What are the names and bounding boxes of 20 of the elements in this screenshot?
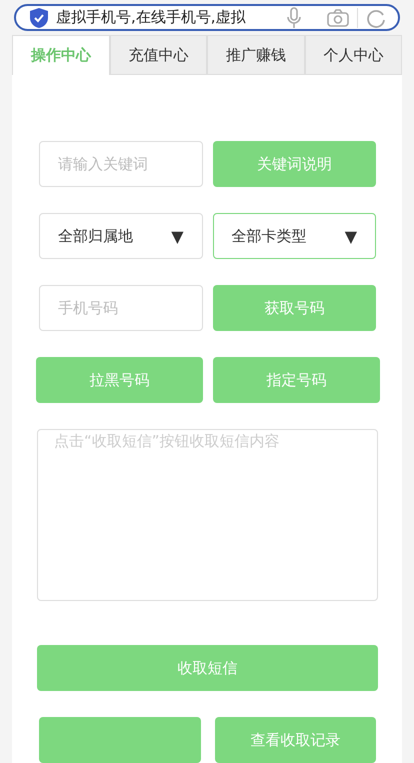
phone-field[interactable]: 手机号码 <box>39 285 202 331</box>
camera-icon[interactable] <box>327 8 349 26</box>
tab[interactable]: 推广赚钱 <box>207 35 304 75</box>
tab[interactable]: 个人中心 <box>304 35 402 75</box>
action-button[interactable]: 拉黑号码 <box>36 357 203 403</box>
keyword-field[interactable]: 请输入关键词 <box>39 141 202 187</box>
action-button[interactable]: 查看收取记录 <box>214 717 376 763</box>
microphone-icon[interactable] <box>287 6 301 28</box>
get-number-button[interactable]: 获取号码 <box>212 285 376 331</box>
keyword-help-button[interactable]: 关键词说明 <box>212 141 376 187</box>
shield-icon <box>30 8 48 28</box>
filter-dropdown[interactable]: 全部归属地 ▼ <box>39 213 202 259</box>
filter-dropdown[interactable]: 全部卡类型 ▼ <box>212 213 376 259</box>
search-text: 虚拟手机号,在线手机号,虚拟 <box>56 8 247 27</box>
tab[interactable]: 充值中心 <box>110 35 207 75</box>
action-button[interactable]: 指定号码 <box>213 357 380 403</box>
tab[interactable]: 操作中心 <box>12 35 110 75</box>
search-bar[interactable]: 虚拟手机号,在线手机号,虚拟 <box>14 4 400 31</box>
receive-sms-button[interactable]: 收取短信 <box>37 645 378 691</box>
refresh-icon[interactable] <box>366 8 386 28</box>
